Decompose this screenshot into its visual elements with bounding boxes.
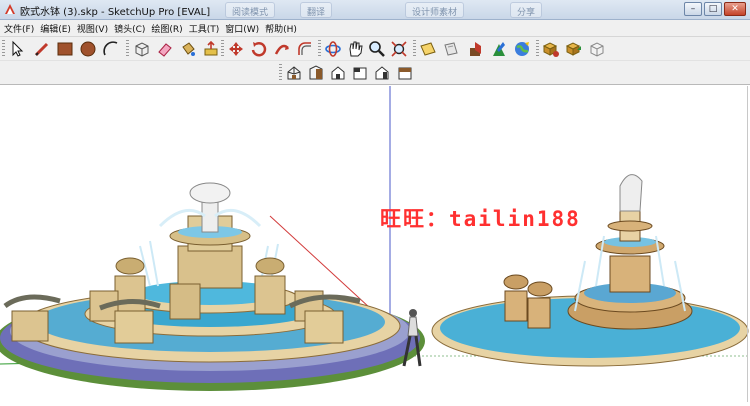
views-toolbar bbox=[0, 61, 750, 85]
window-title: 欧式水钵 (3).skp - SketchUp Pro [EVAL] bbox=[20, 7, 211, 18]
line-pencil-icon[interactable] bbox=[32, 39, 52, 59]
toolbar-grip[interactable] bbox=[536, 40, 539, 58]
background-tab: 阅读模式 bbox=[225, 2, 276, 18]
push-pull-icon[interactable] bbox=[201, 39, 221, 59]
toolbar-grip[interactable] bbox=[221, 40, 224, 58]
orbit-icon[interactable] bbox=[323, 39, 343, 59]
left-fountain-model bbox=[0, 182, 425, 391]
toolbar-grip[interactable] bbox=[318, 40, 321, 58]
model-viewport[interactable]: 旺旺：tailin188 bbox=[0, 86, 750, 402]
pan-icon[interactable] bbox=[345, 39, 365, 59]
google-earth-icon[interactable] bbox=[489, 39, 509, 59]
toolbar-grip[interactable] bbox=[279, 64, 282, 82]
maximize-button[interactable]: □ bbox=[704, 2, 722, 16]
menu-window[interactable]: 窗口(W) bbox=[225, 22, 265, 35]
toolbar-grip[interactable] bbox=[413, 40, 416, 58]
iso-view-icon[interactable] bbox=[284, 63, 304, 83]
circle-icon[interactable] bbox=[78, 39, 98, 59]
eraser-icon[interactable] bbox=[155, 39, 175, 59]
rotate-icon[interactable] bbox=[249, 39, 269, 59]
watermark-text: 旺旺：tailin188 bbox=[380, 207, 581, 231]
zoom-extents-icon[interactable] bbox=[389, 39, 409, 59]
left-view-icon[interactable] bbox=[395, 63, 415, 83]
front-view-icon[interactable] bbox=[328, 63, 348, 83]
iso-view-icon[interactable] bbox=[441, 39, 461, 59]
menu-edit[interactable]: 编辑(E) bbox=[40, 22, 77, 35]
menu-tools[interactable]: 工具(T) bbox=[189, 22, 226, 35]
extension-icon[interactable] bbox=[587, 39, 607, 59]
title-bar: 欧式水钵 (3).skp - SketchUp Pro [EVAL] 阅读模式 … bbox=[0, 0, 750, 20]
offset-icon[interactable] bbox=[295, 39, 315, 59]
background-tab: 设计师素材 bbox=[405, 2, 465, 18]
right-view-icon[interactable] bbox=[350, 63, 370, 83]
menu-camera[interactable]: 镜头(C) bbox=[114, 22, 151, 35]
background-tab: 分享 bbox=[510, 2, 543, 18]
photo-texture-icon[interactable] bbox=[512, 39, 532, 59]
make-component-icon[interactable] bbox=[132, 39, 152, 59]
follow-me-icon[interactable] bbox=[272, 39, 292, 59]
move-icon[interactable] bbox=[226, 39, 246, 59]
viewport-border bbox=[747, 86, 748, 402]
menu-draw[interactable]: 绘图(R) bbox=[151, 22, 188, 35]
get-models-icon[interactable] bbox=[541, 39, 561, 59]
window-controls: – □ ✕ bbox=[684, 2, 746, 16]
main-toolbar bbox=[0, 37, 750, 61]
background-tab: 翻译 bbox=[300, 2, 333, 18]
back-view-icon[interactable] bbox=[372, 63, 392, 83]
share-model-icon[interactable] bbox=[564, 39, 584, 59]
add-location-icon[interactable] bbox=[466, 39, 486, 59]
menu-help[interactable]: 帮助(H) bbox=[265, 22, 303, 35]
zoom-icon[interactable] bbox=[367, 39, 387, 59]
toolbar-grip[interactable] bbox=[2, 40, 5, 58]
menu-bar: 文件(F) 编辑(E) 视图(V) 镜头(C) 绘图(R) 工具(T) 窗口(W… bbox=[0, 20, 750, 37]
section-plane-icon[interactable] bbox=[418, 39, 438, 59]
close-button[interactable]: ✕ bbox=[724, 2, 746, 16]
menu-view[interactable]: 视图(V) bbox=[77, 22, 114, 35]
top-view-icon[interactable] bbox=[306, 63, 326, 83]
minimize-button[interactable]: – bbox=[684, 2, 702, 16]
select-icon[interactable] bbox=[7, 39, 27, 59]
rectangle-icon[interactable] bbox=[55, 39, 75, 59]
paint-bucket-icon[interactable] bbox=[178, 39, 198, 59]
model-scene[interactable] bbox=[0, 86, 750, 402]
arc-icon[interactable] bbox=[101, 39, 121, 59]
menu-file[interactable]: 文件(F) bbox=[4, 22, 40, 35]
sketchup-app-icon[interactable] bbox=[3, 3, 17, 17]
toolbar-grip[interactable] bbox=[126, 40, 129, 58]
